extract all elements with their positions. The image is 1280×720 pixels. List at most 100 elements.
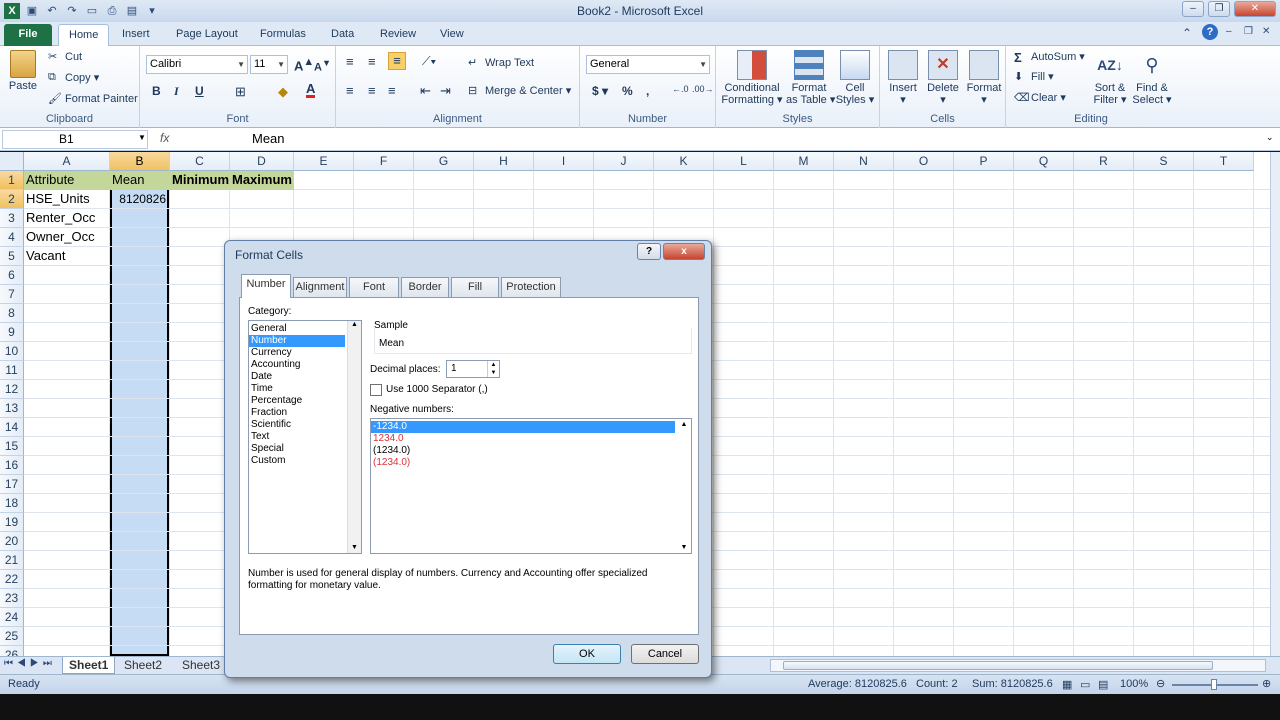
column-header-k[interactable]: K xyxy=(654,152,714,171)
column-header-l[interactable]: L xyxy=(714,152,774,171)
decrease-indent-icon[interactable]: ⇤ xyxy=(420,83,431,99)
name-box[interactable]: B1 xyxy=(2,130,148,149)
category-item[interactable]: Currency xyxy=(249,347,345,359)
tab-data[interactable]: Data xyxy=(321,24,364,46)
align-top-icon[interactable]: ≡ xyxy=(346,54,354,69)
tab-formulas[interactable]: Formulas xyxy=(250,24,316,46)
category-item[interactable]: Fraction xyxy=(249,407,345,419)
column-header-h[interactable]: H xyxy=(474,152,534,171)
delete-button[interactable]: ✕ Delete ▾ xyxy=(924,50,962,106)
scroll-down-icon[interactable]: ▼ xyxy=(677,544,691,551)
normal-view-icon[interactable]: ▦ xyxy=(1062,678,1072,691)
row-header-15[interactable]: 15 xyxy=(0,437,24,456)
percent-button[interactable]: % xyxy=(622,84,633,98)
find-select-button[interactable]: ⚲ Find & Select ▾ xyxy=(1130,50,1174,106)
tab-home[interactable]: Home xyxy=(58,24,110,46)
sort-filter-button[interactable]: AZ↓ Sort & Filter ▾ xyxy=(1090,50,1130,106)
decimal-places-input[interactable]: 1 ▲ ▼ xyxy=(446,360,500,378)
cell-a4[interactable]: Owner_Occ xyxy=(24,228,110,247)
category-item[interactable]: Custom xyxy=(249,455,345,467)
row-header-26[interactable]: 26 xyxy=(0,646,24,656)
column-header-d[interactable]: D xyxy=(230,152,294,171)
horizontal-scrollbar[interactable] xyxy=(770,659,1266,672)
row-header-22[interactable]: 22 xyxy=(0,570,24,589)
workbook-close-icon[interactable]: ✕ xyxy=(1262,26,1270,37)
cell-styles-button[interactable]: Cell Styles ▾ xyxy=(834,50,876,106)
column-header-j[interactable]: J xyxy=(594,152,654,171)
function-icon[interactable]: fx xyxy=(160,131,240,145)
ribbon-minimize-icon[interactable]: ⌃ xyxy=(1182,26,1192,40)
category-item[interactable]: General xyxy=(249,323,345,335)
cell-a2[interactable]: HSE_Units xyxy=(24,190,110,209)
tab-view[interactable]: View xyxy=(430,24,474,46)
row-header-12[interactable]: 12 xyxy=(0,380,24,399)
tab-insert[interactable]: Insert xyxy=(112,24,160,46)
sheet-tab-sheet3[interactable]: Sheet3 xyxy=(176,657,226,674)
copy-button[interactable]: ⧉ Copy ▾ xyxy=(48,71,99,85)
column-header-q[interactable]: Q xyxy=(1014,152,1074,171)
bold-button[interactable]: B xyxy=(152,84,161,98)
category-item[interactable]: Percentage xyxy=(249,395,345,407)
separator-checkbox[interactable] xyxy=(370,384,382,396)
align-right-icon[interactable]: ≡ xyxy=(388,83,396,98)
fill-color-icon[interactable]: ◆ xyxy=(278,84,288,100)
dialog-tab-alignment[interactable]: Alignment xyxy=(293,277,347,297)
wrap-text-button[interactable]: ↵ Wrap Text xyxy=(468,56,534,70)
comma-button[interactable]: , xyxy=(646,84,649,98)
dialog-tab-fill[interactable]: Fill xyxy=(451,277,499,297)
column-header-o[interactable]: O xyxy=(894,152,954,171)
cell-b2[interactable]: 8120826 xyxy=(110,190,168,209)
row-header-16[interactable]: 16 xyxy=(0,456,24,475)
conditional-formatting-button[interactable]: Conditional Formatting ▾ xyxy=(720,50,784,106)
format-button[interactable]: Format ▾ xyxy=(964,50,1004,106)
increase-decimal-icon[interactable]: ←.0 xyxy=(672,84,689,94)
column-header-r[interactable]: R xyxy=(1074,152,1134,171)
cell-a5[interactable]: Vacant xyxy=(24,247,110,266)
cut-button[interactable]: ✂ Cut xyxy=(48,50,82,64)
zoom-level[interactable]: 100% xyxy=(1120,678,1148,690)
category-item[interactable]: Special xyxy=(249,443,345,455)
align-middle-icon[interactable]: ≡ xyxy=(368,54,376,69)
cell-b1[interactable]: Mean xyxy=(110,171,170,190)
expand-formula-bar-icon[interactable]: ⌄ xyxy=(1266,132,1274,143)
negative-numbers-list[interactable]: -1234.0 1234.0 (1234.0) (1234.0) ▲ ▼ xyxy=(370,418,692,554)
row-header-18[interactable]: 18 xyxy=(0,494,24,513)
column-header-a[interactable]: A xyxy=(24,152,110,171)
vertical-scrollbar[interactable] xyxy=(1270,152,1280,656)
dialog-tab-border[interactable]: Border xyxy=(401,277,449,297)
row-header-8[interactable]: 8 xyxy=(0,304,24,323)
fill-button[interactable]: ⬇ Fill ▾ xyxy=(1014,70,1054,84)
format-painter-button[interactable]: 🖌 Format Painter xyxy=(48,92,138,106)
row-header-4[interactable]: 4 xyxy=(0,228,24,247)
row-header-9[interactable]: 9 xyxy=(0,323,24,342)
cell-a1[interactable]: Attribute xyxy=(24,171,110,190)
negative-format-item[interactable]: (1234.0) xyxy=(371,457,675,469)
category-scrollbar[interactable]: ▲ ▼ xyxy=(347,321,361,553)
row-header-1[interactable]: 1 xyxy=(0,171,24,190)
align-left-icon[interactable]: ≡ xyxy=(346,83,354,98)
negative-format-item[interactable]: -1234.0 xyxy=(371,421,675,433)
row-header-14[interactable]: 14 xyxy=(0,418,24,437)
category-item[interactable]: Accounting xyxy=(249,359,345,371)
row-header-10[interactable]: 10 xyxy=(0,342,24,361)
category-item[interactable]: Date xyxy=(249,371,345,383)
underline-button[interactable]: U xyxy=(195,84,204,98)
number-format-combo[interactable]: General ▼ xyxy=(586,55,710,74)
zoom-slider-thumb[interactable] xyxy=(1211,679,1217,690)
scroll-down-icon[interactable]: ▼ xyxy=(348,544,361,551)
column-header-g[interactable]: G xyxy=(414,152,474,171)
row-header-17[interactable]: 17 xyxy=(0,475,24,494)
column-header-m[interactable]: M xyxy=(774,152,834,171)
clear-button[interactable]: ⌫Clear ▾ xyxy=(1014,91,1066,105)
category-item[interactable]: Number xyxy=(249,335,345,347)
row-header-13[interactable]: 13 xyxy=(0,399,24,418)
zoom-out-icon[interactable]: ⊖ xyxy=(1156,677,1165,690)
negative-format-item[interactable]: (1234.0) xyxy=(371,445,675,457)
row-header-25[interactable]: 25 xyxy=(0,627,24,646)
row-header-3[interactable]: 3 xyxy=(0,209,24,228)
row-header-11[interactable]: 11 xyxy=(0,361,24,380)
font-color-icon[interactable]: A xyxy=(306,82,316,98)
align-bottom-icon[interactable]: ≡ xyxy=(388,52,406,70)
category-item[interactable]: Text xyxy=(249,431,345,443)
currency-button[interactable]: $ ▾ xyxy=(592,84,608,98)
